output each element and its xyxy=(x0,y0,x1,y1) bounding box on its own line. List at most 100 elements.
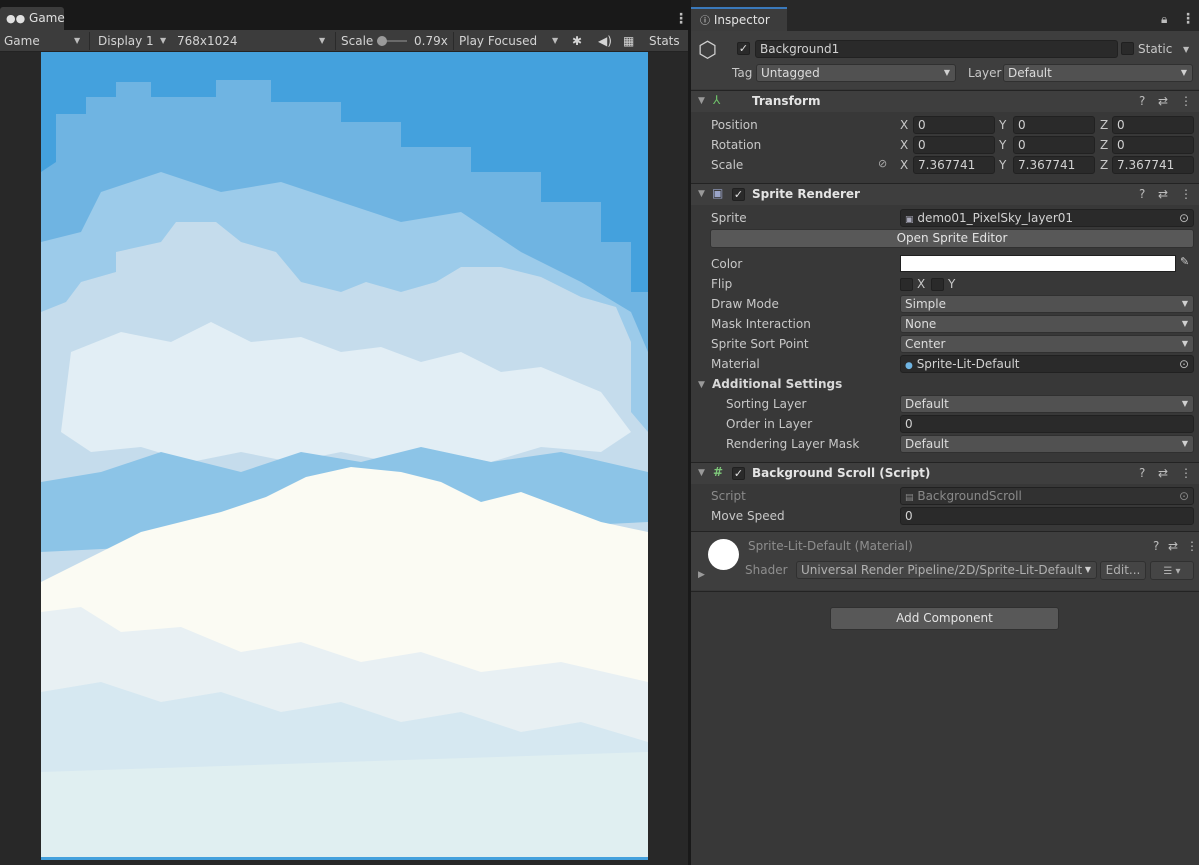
shader-dropdown[interactable]: Universal Render Pipeline/2D/Sprite-Lit-… xyxy=(796,561,1097,579)
object-picker-icon[interactable]: ⊙ xyxy=(1179,356,1189,372)
foldout-arrow-icon[interactable]: ▼ xyxy=(698,189,705,199)
rotation-x-field[interactable]: 0 xyxy=(913,136,995,154)
order-in-layer-label: Order in Layer xyxy=(726,417,813,431)
transform-title: Transform xyxy=(752,94,821,108)
static-label: Static xyxy=(1138,42,1173,56)
rotation-y-field[interactable]: 0 xyxy=(1013,136,1095,154)
mask-interaction-dropdown[interactable]: None ▼ xyxy=(900,315,1194,333)
sprite-renderer-enabled-checkbox[interactable]: ✓ xyxy=(732,188,745,201)
scale-x-field[interactable]: 7.367741 xyxy=(913,156,995,174)
foldout-arrow-icon[interactable]: ▶ xyxy=(698,570,705,580)
position-x: 0 xyxy=(918,118,926,132)
chevron-down-icon: ▼ xyxy=(160,36,167,45)
component-menu-icon[interactable]: ⋮ xyxy=(1180,187,1192,201)
flip-x-checkbox[interactable] xyxy=(900,278,913,291)
position-z-field[interactable]: 0 xyxy=(1112,116,1194,134)
help-icon[interactable]: ? xyxy=(1139,466,1145,480)
display-dropdown[interactable]: Display 1 ▼ xyxy=(94,30,172,52)
section-divider xyxy=(691,591,1199,592)
open-sprite-editor-button[interactable]: Open Sprite Editor xyxy=(710,229,1194,248)
background-scroll-header[interactable]: ▼ # ✓ Background Scroll (Script) ? ⇄ ⋮ xyxy=(691,462,1199,484)
help-icon[interactable]: ? xyxy=(1139,187,1145,201)
axis-x-label: X xyxy=(900,118,909,132)
position-y-field[interactable]: 0 xyxy=(1013,116,1095,134)
sprite-renderer-header[interactable]: ▼ ▣ ✓ Sprite Renderer ? ⇄ ⋮ xyxy=(691,183,1199,205)
sorting-layer-dropdown[interactable]: Default ▼ xyxy=(900,395,1194,413)
lock-icon[interactable]: 🔒︎ xyxy=(1161,12,1167,26)
component-menu-icon[interactable]: ⋮ xyxy=(1180,466,1192,480)
resolution-label: 768x1024 xyxy=(177,34,238,48)
object-picker-icon[interactable]: ⊙ xyxy=(1179,210,1189,226)
script-label: Script xyxy=(711,489,746,503)
sort-point-dropdown[interactable]: Center ▼ xyxy=(900,335,1194,353)
help-icon[interactable]: ? xyxy=(1153,539,1159,553)
rendering-layer-mask-dropdown[interactable]: Default ▼ xyxy=(900,435,1194,453)
edit-shader-button[interactable]: Edit... xyxy=(1100,561,1146,580)
stats-button[interactable]: Stats xyxy=(645,30,685,52)
transform-header[interactable]: ▼ ⅄ Transform ? ⇄ ⋮ xyxy=(691,90,1199,112)
foldout-arrow-icon[interactable]: ▼ xyxy=(698,468,705,478)
bug-icon[interactable]: ✱ xyxy=(568,30,588,52)
sprite-label: Sprite xyxy=(711,211,747,225)
game-panel: ●● Game ⋮ Game ▼ Display 1 ▼ 768x1024 ▼ … xyxy=(0,0,688,865)
chevron-down-icon: ▼ xyxy=(319,36,326,45)
move-speed-field[interactable]: 0 xyxy=(900,507,1194,525)
scale-slider-thumb[interactable] xyxy=(377,36,387,46)
position-y: 0 xyxy=(1018,118,1026,132)
foldout-arrow-icon[interactable]: ▼ xyxy=(698,96,705,106)
sprite-renderer-title: Sprite Renderer xyxy=(752,187,860,201)
play-mode-label: Play Focused xyxy=(459,34,538,48)
script-enabled-checkbox[interactable]: ✓ xyxy=(732,467,745,480)
object-active-checkbox[interactable]: ✓ xyxy=(737,42,750,55)
tab-inspector-label: Inspector xyxy=(713,13,770,27)
component-menu-icon[interactable]: ⋮ xyxy=(1180,94,1192,108)
material-value: Sprite-Lit-Default xyxy=(916,357,1020,371)
color-swatch[interactable] xyxy=(900,255,1176,272)
tag-dropdown[interactable]: Untagged ▼ xyxy=(756,64,956,82)
preset-icon[interactable]: ⇄ xyxy=(1168,539,1178,553)
preset-icon[interactable]: ⇄ xyxy=(1158,187,1168,201)
script-file-icon: ▤ xyxy=(905,493,914,503)
chevron-down-icon: ▼ xyxy=(1084,565,1091,574)
audio-icon[interactable]: ◀) xyxy=(594,30,614,52)
inspector-menu-icon[interactable]: ⋮ xyxy=(1181,12,1195,26)
flip-y-checkbox[interactable] xyxy=(931,278,944,291)
additional-settings-foldout[interactable]: Additional Settings xyxy=(712,375,842,393)
position-x-field[interactable]: 0 xyxy=(913,116,995,134)
resolution-dropdown[interactable]: 768x1024 ▼ xyxy=(173,30,333,52)
static-checkbox[interactable] xyxy=(1121,42,1134,55)
add-component-button[interactable]: Add Component xyxy=(830,607,1059,630)
object-name-field[interactable]: Background1 xyxy=(755,40,1118,58)
tab-inspector[interactable]: ⓘ Inspector xyxy=(691,7,787,31)
game-menu-icon[interactable]: ⋮ xyxy=(674,12,688,26)
eyedropper-icon[interactable]: ✎ xyxy=(1180,255,1189,268)
rotation-z-field[interactable]: 0 xyxy=(1112,136,1194,154)
tab-game[interactable]: ●● Game xyxy=(0,7,65,30)
draw-mode-dropdown[interactable]: Simple ▼ xyxy=(900,295,1194,313)
shader-options-dropdown[interactable]: ☰ ▾ xyxy=(1150,561,1194,580)
scale-link-icon[interactable]: ⊘ xyxy=(878,157,887,170)
edit-shader-label: Edit... xyxy=(1105,563,1141,577)
help-icon[interactable]: ? xyxy=(1139,94,1145,108)
foldout-arrow-icon[interactable]: ▼ xyxy=(698,380,705,390)
play-mode-dropdown[interactable]: Play Focused ▼ xyxy=(455,30,565,52)
tab-game-label: Game xyxy=(29,11,65,25)
preset-icon[interactable]: ⇄ xyxy=(1158,94,1168,108)
game-mode-dropdown[interactable]: Game ▼ xyxy=(0,30,86,52)
component-menu-icon[interactable]: ⋮ xyxy=(1186,539,1198,553)
scale-slider[interactable]: Scale 0.79x xyxy=(337,30,449,52)
layer-dropdown[interactable]: Default ▼ xyxy=(1003,64,1193,82)
preset-icon[interactable]: ⇄ xyxy=(1158,466,1168,480)
draw-mode-value: Simple xyxy=(905,297,946,311)
sprite-object-field[interactable]: ▣ demo01_PixelSky_layer01 ⊙ xyxy=(900,209,1194,227)
static-dropdown-icon[interactable]: ▼ xyxy=(1183,45,1189,54)
material-sphere-icon: ● xyxy=(905,361,913,371)
order-in-layer-field[interactable]: 0 xyxy=(900,415,1194,433)
scale-z-field[interactable]: 7.367741 xyxy=(1112,156,1194,174)
scale-label: Scale xyxy=(711,158,744,172)
gizmos-grid-icon[interactable]: ▦ xyxy=(619,30,639,52)
scale-y-field[interactable]: 7.367741 xyxy=(1013,156,1095,174)
material-object-field[interactable]: ● Sprite-Lit-Default ⊙ xyxy=(900,355,1194,373)
game-viewport[interactable] xyxy=(41,52,648,860)
sorting-layer-value: Default xyxy=(905,397,949,411)
